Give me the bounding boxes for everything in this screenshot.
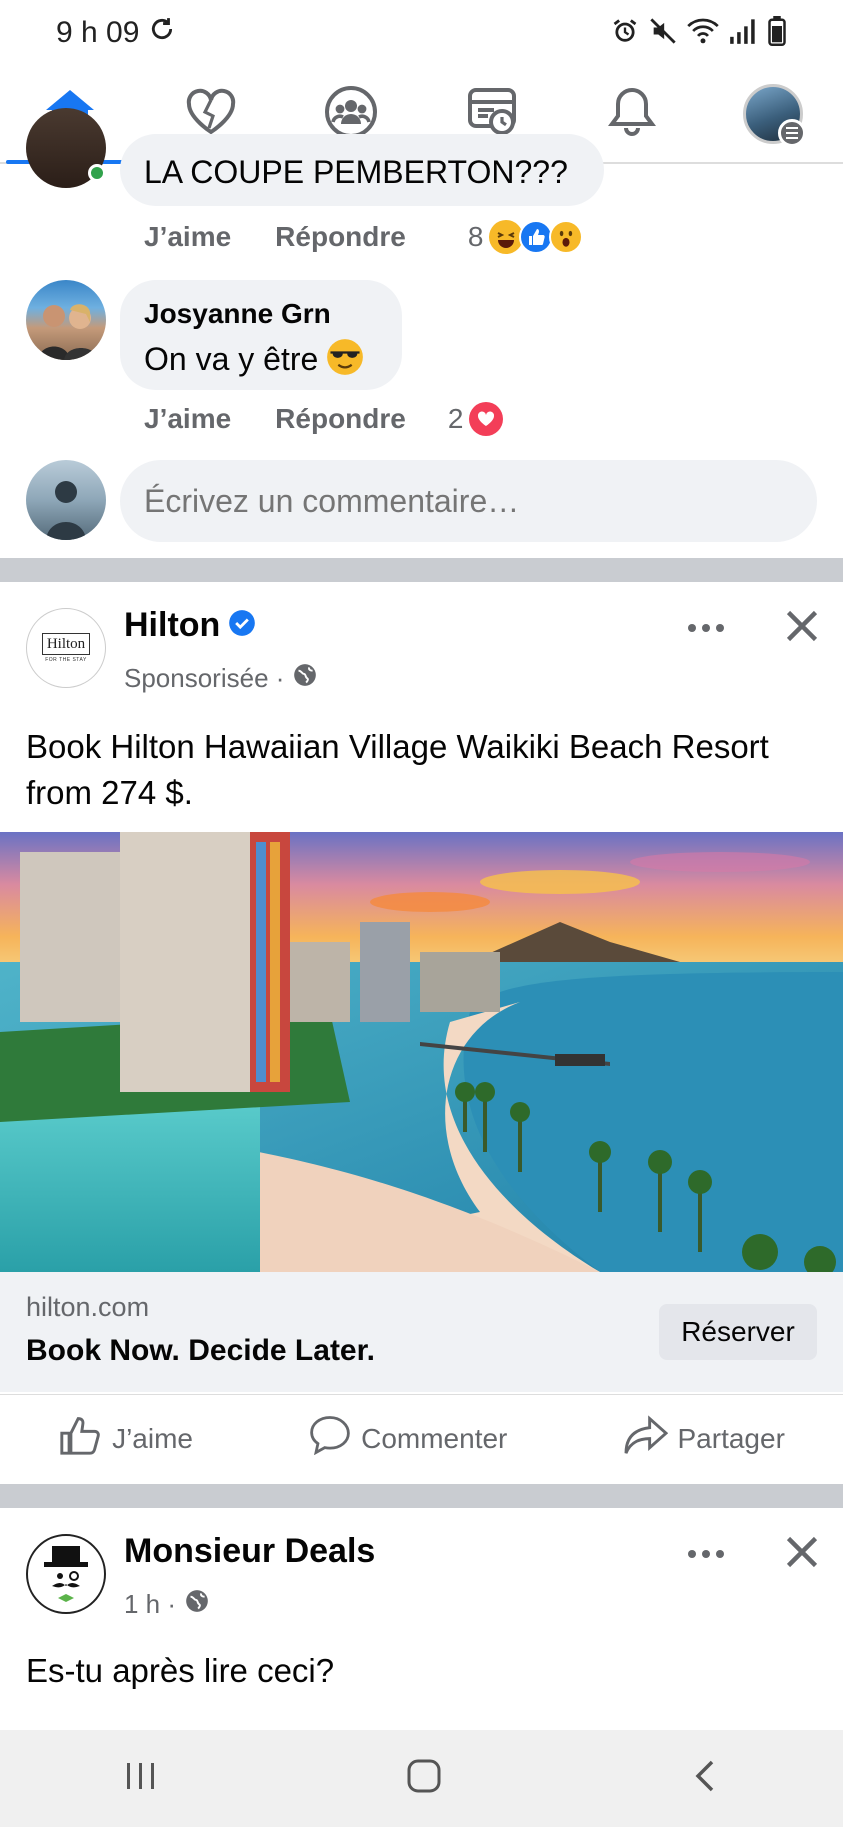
post-author[interactable]: Monsieur Deals (124, 1532, 375, 1571)
hilton-logo[interactable]: Hilton FOR THE STAY (26, 608, 106, 688)
post-author-row: Hilton (124, 606, 256, 645)
link-domain: hilton.com (26, 1292, 150, 1322)
comment-reply-button[interactable]: Répondre (275, 403, 406, 435)
online-dot (88, 164, 106, 182)
comment-label: Commenter (361, 1422, 508, 1454)
battery-icon (767, 15, 787, 51)
comment-text: On va y être (144, 341, 319, 377)
hide-post-close-icon[interactable] (784, 1534, 820, 1575)
link-preview[interactable]: hilton.com Book Now. Decide Later. Réser… (0, 1272, 843, 1392)
mute-icon (649, 17, 677, 50)
love-emoji-icon (469, 402, 504, 436)
post-meta: Sponsorisée · (124, 662, 318, 695)
post-text: Es-tu après lire ceci? (26, 1652, 335, 1689)
commenter-avatar[interactable] (26, 280, 106, 360)
like-label: J’aime (112, 1422, 193, 1454)
comment-like-button[interactable]: J’aime (144, 221, 231, 253)
sponsored-label[interactable]: Sponsorisée · (124, 663, 284, 694)
comment-actions: J’aime Répondre 2 (144, 402, 504, 436)
globe-icon (184, 1588, 210, 1621)
comment-bubble[interactable]: Josyanne Grn On va y être (120, 280, 402, 390)
status-icons (611, 15, 787, 51)
system-navigation-bar (0, 1730, 843, 1827)
more-options-icon[interactable] (686, 620, 726, 641)
reaction-count: 2 (447, 403, 464, 434)
status-bar: 9 h 09 (0, 0, 843, 66)
like-emoji-icon (519, 220, 554, 254)
comment-partial: LA COUPE PEMBERTON??? J’aime Répondre 8 (0, 108, 843, 274)
heart-icon (185, 88, 237, 141)
comment-button[interactable]: Commenter (309, 1415, 507, 1462)
comment-text: LA COUPE PEMBERTON??? (144, 154, 568, 190)
comment-reply-button[interactable]: Répondre (275, 221, 406, 253)
comment-input[interactable] (120, 460, 817, 542)
comment-body: On va y être (144, 338, 364, 381)
comment-josyanne: Josyanne Grn On va y être J’aime Répondr… (0, 280, 843, 450)
share-label: Partager (677, 1422, 785, 1454)
feed-divider (0, 1484, 843, 1508)
verified-badge-icon (228, 609, 256, 642)
comment-actions: J’aime Répondre 8 (144, 220, 584, 254)
status-time: 9 h 09 (56, 16, 140, 49)
sponsored-post-header: Hilton FOR THE STAY Hilton Sponsorisée · (0, 582, 843, 702)
reserve-button[interactable]: Réserver (659, 1304, 817, 1360)
thumbs-up-icon (58, 1415, 102, 1462)
logo-text: Hilton (46, 636, 86, 652)
alarm-icon (611, 17, 639, 50)
menu-icon (777, 119, 806, 147)
share-arrow-icon (624, 1415, 668, 1462)
back-icon[interactable] (690, 1756, 720, 1801)
comment-reactions[interactable]: 8 (468, 220, 584, 254)
logo-subtext: FOR THE STAY (45, 657, 87, 663)
monsieur-deals-avatar[interactable] (26, 1534, 106, 1614)
sunglasses-emoji-icon (326, 338, 364, 381)
comment-reactions[interactable]: 2 (448, 402, 504, 436)
comment-author[interactable]: Josyanne Grn (144, 298, 331, 330)
comment-composer (0, 460, 843, 542)
comment-like-button[interactable]: J’aime (144, 403, 231, 435)
wifi-icon (687, 17, 719, 50)
comment-bubble-icon (309, 1415, 351, 1462)
status-left: 9 h 09 (56, 16, 175, 50)
my-avatar (26, 460, 106, 540)
hide-post-close-icon[interactable] (784, 608, 820, 649)
bell-icon (608, 86, 657, 143)
next-post-header: Monsieur Deals 1 h · (0, 1508, 843, 1628)
globe-icon (292, 662, 318, 695)
sync-icon (149, 16, 175, 50)
post-meta: 1 h · (124, 1588, 210, 1621)
post-author[interactable]: Hilton (124, 606, 220, 645)
more-options-icon[interactable] (686, 1546, 726, 1567)
like-button[interactable]: J’aime (58, 1415, 193, 1462)
haha-emoji-icon (489, 220, 524, 254)
reaction-count: 8 (467, 221, 484, 252)
comment-bubble[interactable]: LA COUPE PEMBERTON??? (120, 134, 604, 206)
post-text: Book Hilton Hawaiian Village Waikiki Bea… (26, 728, 769, 811)
wow-emoji-icon (549, 220, 584, 254)
profile-avatar (742, 84, 806, 147)
post-time[interactable]: 1 h · (124, 1589, 176, 1620)
logo-mark: Hilton (41, 633, 91, 655)
link-title: Book Now. Decide Later. (26, 1334, 375, 1367)
post-actions: J’aime Commenter Partager (0, 1394, 843, 1482)
tab-menu[interactable] (703, 66, 843, 162)
share-button[interactable]: Partager (624, 1415, 785, 1462)
post-image[interactable] (0, 832, 843, 1272)
home-button-icon[interactable] (404, 1756, 444, 1801)
signal-icon (729, 18, 757, 49)
recent-apps-icon[interactable] (123, 1759, 159, 1798)
feed-divider (0, 558, 843, 582)
